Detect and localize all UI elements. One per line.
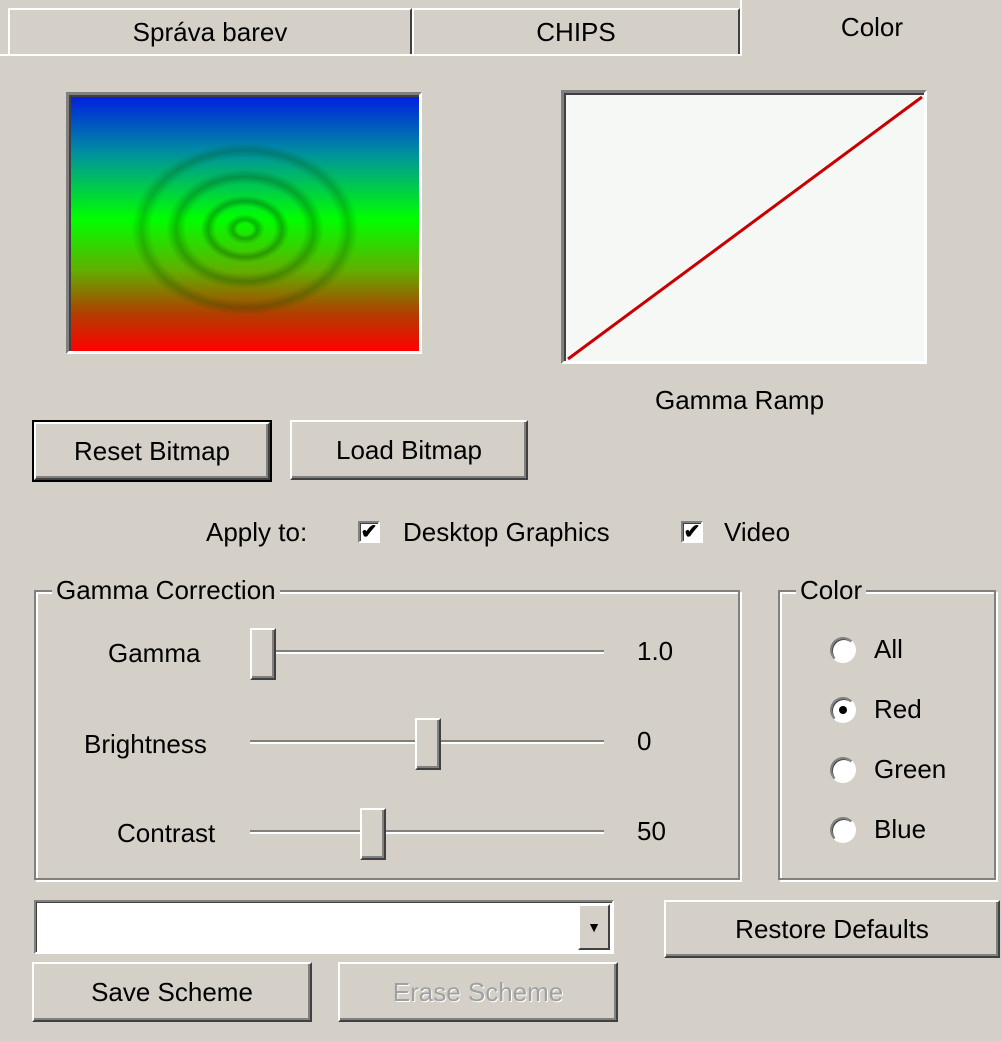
gamma-slider-track[interactable] bbox=[250, 650, 604, 654]
restore-defaults-button[interactable]: Restore Defaults bbox=[664, 900, 1000, 958]
gamma-ramp-label: Gamma Ramp bbox=[655, 385, 825, 415]
color-radio-blue-label[interactable]: Blue bbox=[874, 814, 926, 844]
contrast-slider-thumb[interactable] bbox=[360, 808, 386, 860]
reset-bitmap-button[interactable]: Reset Bitmap bbox=[32, 420, 272, 482]
bitmap-image bbox=[69, 95, 419, 351]
contrast-label: Contrast bbox=[117, 818, 216, 848]
color-radio-green[interactable] bbox=[830, 757, 856, 783]
tab-sprava-barev[interactable]: Správa barev bbox=[8, 8, 412, 54]
gamma-label: Gamma bbox=[108, 638, 201, 668]
gamma-ramp-graph bbox=[561, 90, 927, 364]
desktop-graphics-label[interactable]: Desktop Graphics bbox=[403, 517, 610, 547]
color-group-title: Color bbox=[796, 575, 867, 605]
brightness-value: 0 bbox=[637, 726, 652, 756]
gamma-ramp-line bbox=[567, 95, 923, 361]
contrast-slider-track[interactable] bbox=[250, 830, 604, 834]
bitmap-preview bbox=[66, 92, 422, 354]
scheme-combo[interactable]: ▼ bbox=[34, 900, 614, 954]
contrast-value: 50 bbox=[637, 816, 666, 846]
color-radio-red-label[interactable]: Red bbox=[874, 694, 922, 724]
color-radio-blue[interactable] bbox=[830, 817, 856, 843]
check-mark-icon: ✔ bbox=[360, 521, 378, 543]
color-radio-all-label[interactable]: All bbox=[874, 634, 903, 664]
desktop-graphics-checkbox[interactable]: ✔ bbox=[358, 521, 380, 543]
gamma-slider-thumb[interactable] bbox=[250, 628, 276, 680]
tab-label: Správa barev bbox=[132, 16, 288, 47]
brightness-slider-thumb[interactable] bbox=[415, 718, 441, 770]
erase-scheme-button[interactable]: Erase Scheme bbox=[338, 962, 618, 1022]
check-mark-icon: ✔ bbox=[683, 521, 701, 543]
tab-color[interactable]: Color bbox=[740, 0, 1002, 56]
color-radio-green-label[interactable]: Green bbox=[874, 754, 946, 784]
video-checkbox[interactable]: ✔ bbox=[681, 521, 703, 543]
combo-dropdown-button[interactable]: ▼ bbox=[578, 904, 610, 950]
tab-chips[interactable]: CHIPS bbox=[412, 8, 740, 54]
tab-label: CHIPS bbox=[536, 16, 616, 47]
apply-to-label: Apply to: bbox=[206, 517, 308, 547]
tab-label: Color bbox=[840, 12, 904, 42]
color-radio-red[interactable] bbox=[830, 697, 856, 723]
brightness-label: Brightness bbox=[84, 729, 207, 759]
gamma-correction-title: Gamma Correction bbox=[52, 575, 280, 605]
save-scheme-button[interactable]: Save Scheme bbox=[32, 962, 312, 1022]
video-label[interactable]: Video bbox=[724, 517, 790, 547]
load-bitmap-button[interactable]: Load Bitmap bbox=[290, 420, 528, 480]
radio-selected-dot bbox=[839, 706, 847, 714]
color-radio-all[interactable] bbox=[830, 637, 856, 663]
chevron-down-icon: ▼ bbox=[587, 919, 601, 935]
gamma-value: 1.0 bbox=[637, 636, 674, 666]
